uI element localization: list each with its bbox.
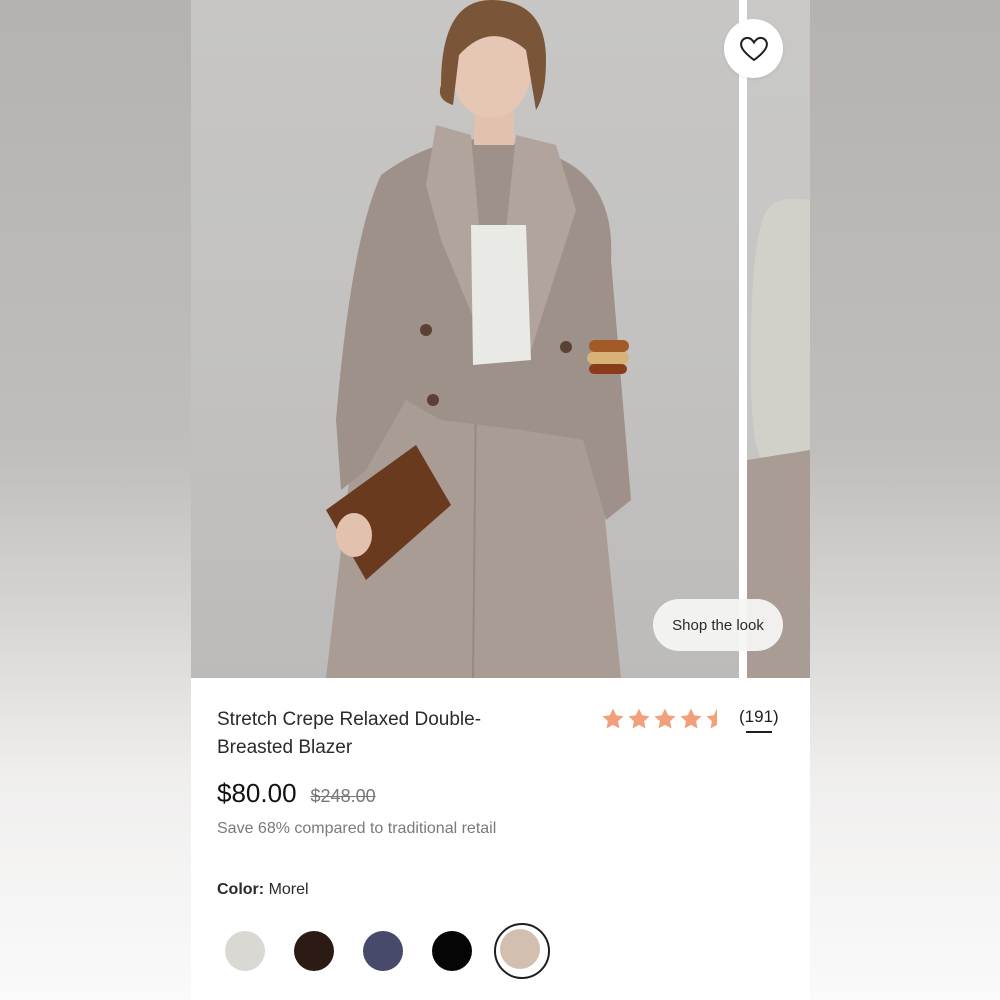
background-left bbox=[0, 0, 191, 1000]
heart-outline-icon bbox=[739, 36, 768, 61]
star-half-icon bbox=[706, 708, 717, 729]
color-swatch-morel-selected[interactable] bbox=[494, 923, 550, 979]
color-swatch-cream[interactable] bbox=[225, 931, 265, 971]
star-full-icon bbox=[602, 708, 624, 729]
product-photo-model-in-blazer[interactable] bbox=[191, 0, 739, 678]
star-full-icon bbox=[628, 708, 650, 729]
review-count-link[interactable]: (191) bbox=[739, 707, 779, 733]
product-page: Shop the look Stretch Crepe Relaxed Doub… bbox=[191, 0, 810, 1000]
rating-stars bbox=[601, 707, 729, 731]
color-swatch-navy[interactable] bbox=[363, 931, 403, 971]
model-illustration bbox=[326, 0, 631, 678]
star-full-icon bbox=[654, 708, 676, 729]
color-swatches bbox=[191, 921, 810, 981]
star-full-icon bbox=[680, 708, 702, 729]
color-label: Color: bbox=[217, 881, 265, 898]
color-swatch-morel[interactable] bbox=[500, 929, 540, 969]
image-gallery[interactable]: Shop the look bbox=[191, 0, 810, 678]
product-rating[interactable]: (191) bbox=[601, 704, 779, 734]
price-row: $80.00 $248.00 bbox=[217, 778, 376, 809]
selected-color-name: Morel bbox=[268, 881, 309, 898]
next-product-photo-peek[interactable] bbox=[747, 0, 810, 678]
color-swatch-dark-brown[interactable] bbox=[294, 931, 334, 971]
savings-text: Save 68% compared to traditional retail bbox=[217, 820, 497, 837]
next-photo-illustration bbox=[747, 198, 810, 678]
current-price: $80.00 bbox=[217, 778, 297, 808]
background-right bbox=[810, 0, 1000, 1000]
product-title: Stretch Crepe Relaxed Double-Breasted Bl… bbox=[217, 709, 482, 758]
color-selection-label: Color: Morel bbox=[217, 881, 309, 899]
shop-the-look-button[interactable]: Shop the look bbox=[653, 599, 783, 651]
favorite-button[interactable] bbox=[724, 19, 783, 78]
original-price: $248.00 bbox=[310, 786, 376, 806]
color-swatch-black[interactable] bbox=[432, 931, 472, 971]
